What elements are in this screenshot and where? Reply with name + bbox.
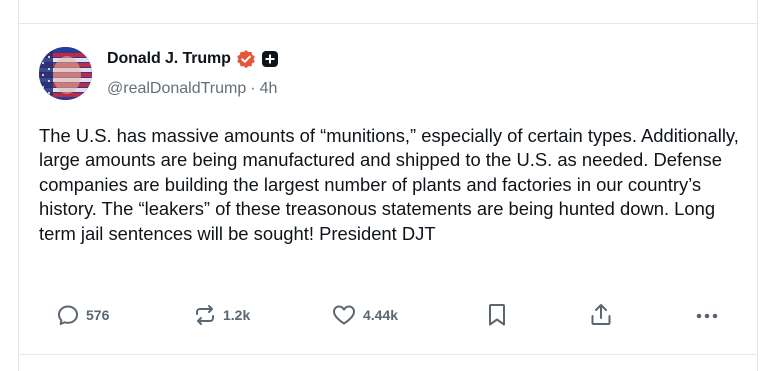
repost-button[interactable]: 1.2k <box>193 300 250 330</box>
reply-count: 576 <box>86 307 110 323</box>
like-button[interactable]: 4.44k <box>331 300 398 330</box>
avatar[interactable] <box>39 47 92 100</box>
post-action-bar: 576 1.2k 4.44k <box>0 300 768 330</box>
reply-icon <box>56 303 80 327</box>
more-icon <box>694 303 720 327</box>
separator-dot: · <box>250 80 256 97</box>
reply-button[interactable]: 576 <box>56 300 109 330</box>
author-handle[interactable]: @realDonaldTrump <box>107 80 246 97</box>
like-icon <box>331 303 357 327</box>
post-body-text: The U.S. has massive amounts of “munitio… <box>39 125 739 244</box>
bookmark-button[interactable] <box>486 300 508 330</box>
verified-badge-icon <box>236 49 256 69</box>
avatar-image <box>39 47 92 100</box>
share-icon <box>589 302 613 328</box>
author-name-row: Donald J. Trump <box>107 48 279 70</box>
post-bottom-divider <box>18 354 758 355</box>
more-options-button[interactable] <box>694 300 720 330</box>
author-handle-row: @realDonaldTrump · 4h <box>107 80 277 98</box>
author-display-name[interactable]: Donald J. Trump <box>107 50 231 68</box>
post-top-divider <box>18 23 758 24</box>
plus-badge-icon <box>261 50 279 68</box>
post-timestamp[interactable]: 4h <box>260 80 278 97</box>
like-count: 4.44k <box>363 307 399 323</box>
repost-icon <box>193 303 217 327</box>
bookmark-icon <box>486 302 508 328</box>
share-button[interactable] <box>589 300 613 330</box>
repost-count: 1.2k <box>223 307 251 323</box>
